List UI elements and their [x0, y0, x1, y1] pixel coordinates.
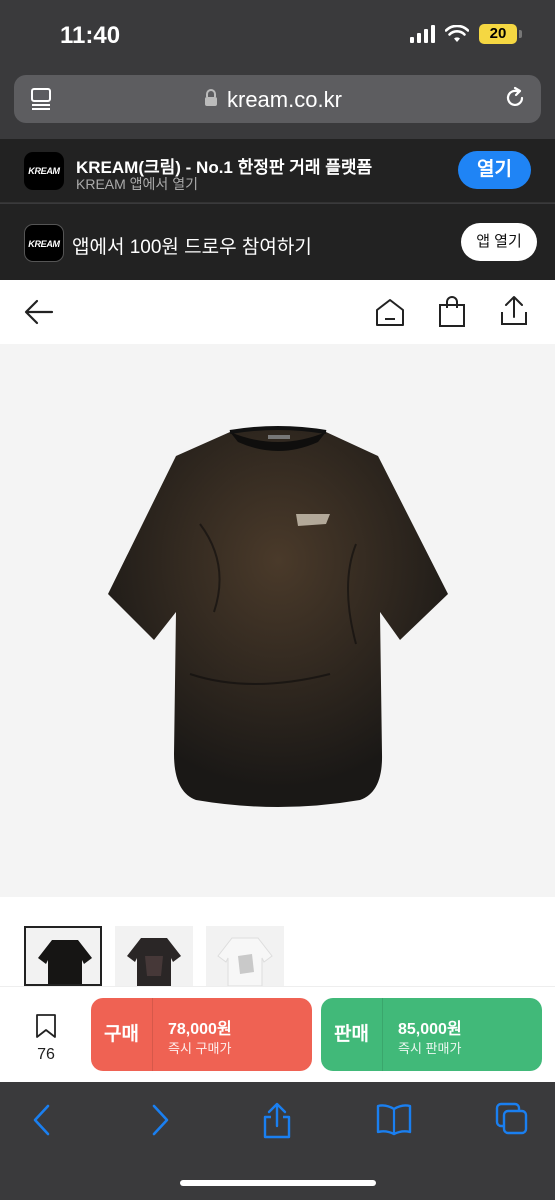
bookmark-count: 76: [37, 1046, 55, 1063]
banner-subtitle: KREAM 앱에서 열기: [76, 176, 198, 192]
open-app-button[interactable]: 열기: [458, 151, 531, 189]
reload-icon[interactable]: [503, 86, 527, 110]
sell-button[interactable]: 판매 85,000원 즉시 판매가: [321, 998, 542, 1071]
status-bar: 11:40 20: [0, 0, 555, 70]
buy-button[interactable]: 구매 78,000원 즉시 구매가: [91, 998, 312, 1071]
url-text[interactable]: kream.co.kr: [227, 87, 342, 113]
tshirt-image: [108, 426, 448, 807]
shopping-bag-icon[interactable]: [437, 296, 467, 328]
buy-label: 구매: [91, 998, 153, 1071]
bookmarks-book-icon[interactable]: [376, 1102, 412, 1136]
purchase-action-bar: 76 구매 78,000원 즉시 구매가 판매 85,000원 즉시 판매가: [0, 986, 555, 1082]
thumbnail-strip: [0, 897, 555, 989]
browser-back-icon[interactable]: [30, 1102, 54, 1138]
thumbnail-2[interactable]: [115, 926, 193, 986]
battery-icon: 20: [479, 24, 522, 44]
tabs-overview-icon[interactable]: [495, 1102, 529, 1136]
product-image[interactable]: [0, 344, 555, 897]
promo-title: 앱에서 100원 드로우 참여하기: [72, 237, 312, 258]
sell-price: 85,000원: [398, 1021, 462, 1038]
back-arrow-icon[interactable]: [24, 298, 54, 326]
status-time: 11:40: [60, 22, 121, 49]
kream-app-logo: KREAM: [24, 152, 64, 190]
page-header: [0, 280, 555, 344]
promo-banner[interactable]: KREAM 앱에서 100원 드로우 참여하기 앱 열기: [0, 204, 555, 280]
wifi-icon: [445, 25, 469, 42]
buy-price: 78,000원: [168, 1021, 232, 1038]
address-bar[interactable]: kream.co.kr: [14, 75, 541, 123]
promo-open-app-button[interactable]: 앱 열기: [461, 223, 537, 261]
browser-share-icon[interactable]: [262, 1102, 292, 1140]
bookmark-button[interactable]: 76: [28, 1013, 64, 1064]
home-icon[interactable]: [374, 297, 406, 327]
thumbnail-1[interactable]: [24, 926, 102, 986]
kream-app-logo: KREAM: [24, 224, 64, 262]
status-icons: 20: [410, 24, 522, 44]
cellular-signal-icon: [410, 25, 435, 43]
smart-app-banner: KREAM KREAM(크림) - No.1 한정판 거래 플랫폼 KREAM …: [0, 139, 555, 203]
bookmark-icon: [36, 1014, 56, 1038]
thumbnail-3[interactable]: [206, 926, 284, 986]
buy-subtitle: 즉시 구매가: [168, 1041, 232, 1056]
sell-subtitle: 즉시 판매가: [398, 1041, 462, 1056]
browser-forward-icon[interactable]: [148, 1102, 172, 1138]
page-menu-icon[interactable]: [30, 87, 52, 111]
home-indicator: [180, 1180, 376, 1186]
share-icon[interactable]: [499, 295, 529, 327]
lock-icon: [205, 89, 217, 106]
sell-label: 판매: [321, 998, 383, 1071]
